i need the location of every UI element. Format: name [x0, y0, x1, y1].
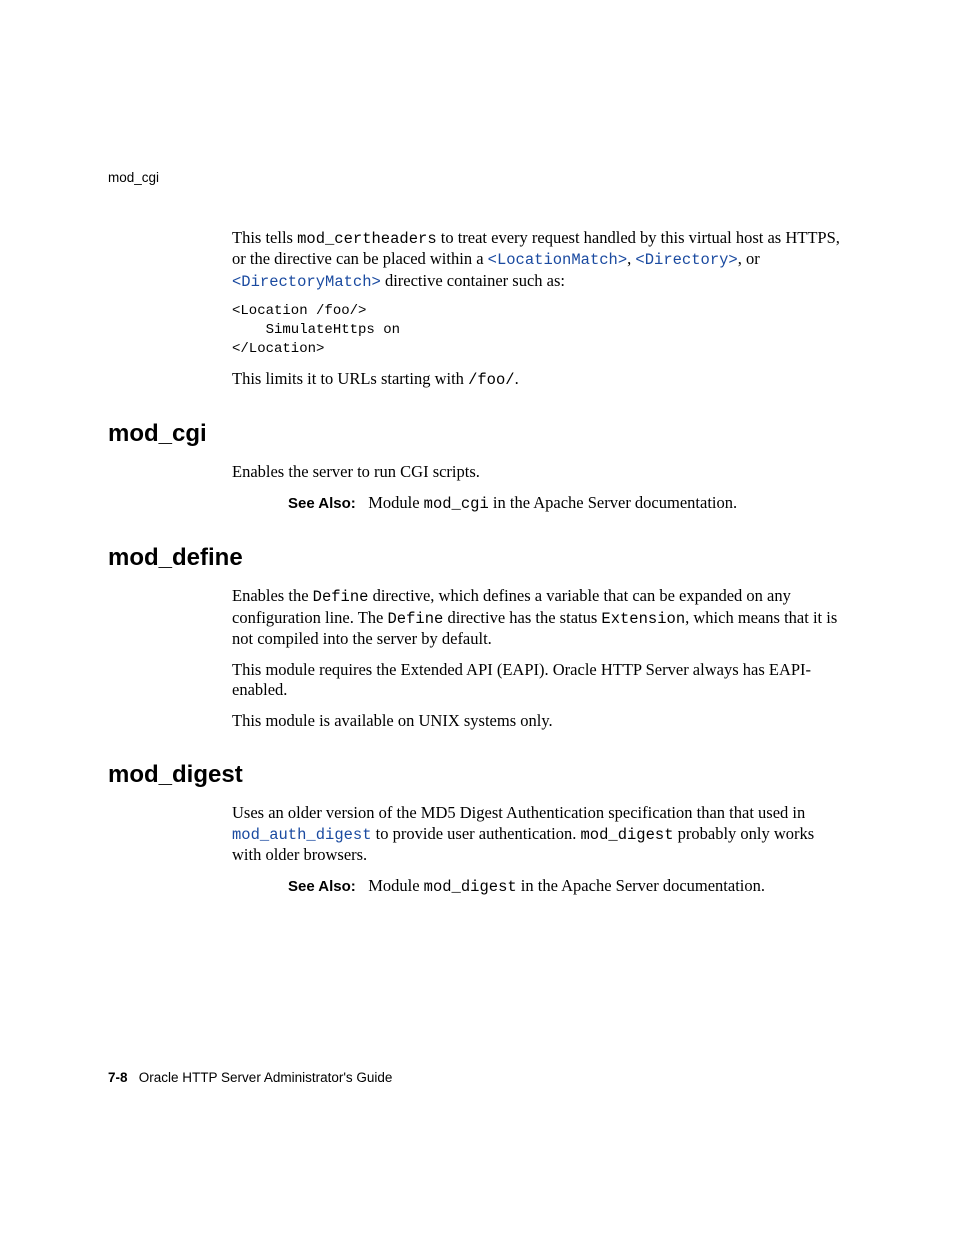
code-inline: Extension — [601, 610, 685, 628]
link-directorymatch[interactable]: <DirectoryMatch> — [232, 273, 381, 291]
mod-digest-paragraph-1: Uses an older version of the MD5 Digest … — [232, 803, 844, 866]
heading-mod-define: mod_define — [108, 544, 844, 572]
mod-cgi-paragraph: Enables the server to run CGI scripts. — [232, 462, 844, 483]
intro-paragraph-1: This tells mod_certheaders to treat ever… — [232, 228, 844, 292]
code-inline: mod_digest — [424, 878, 517, 896]
content-area: This tells mod_certheaders to treat ever… — [108, 228, 844, 897]
code-inline: Define — [313, 588, 369, 606]
page: mod_cgi This tells mod_certheaders to tr… — [0, 0, 954, 1235]
link-directory[interactable]: <Directory> — [635, 251, 737, 269]
text-fragment: directive has the status — [443, 608, 601, 627]
text-fragment: in the Apache Server documentation. — [489, 493, 737, 512]
intro-block: This tells mod_certheaders to treat ever… — [232, 228, 844, 390]
mod-define-paragraph-2: This module requires the Extended API (E… — [232, 660, 844, 701]
mod-define-paragraph-1: Enables the Define directive, which defi… — [232, 586, 844, 649]
page-number: 7-8 — [108, 1070, 128, 1085]
heading-mod-digest: mod_digest — [108, 761, 844, 789]
text-fragment: Uses an older version of the MD5 Digest … — [232, 803, 805, 822]
page-footer: 7-8 Oracle HTTP Server Administrator's G… — [108, 1070, 392, 1085]
code-inline: mod_cgi — [424, 495, 489, 513]
code-inline: Define — [388, 610, 444, 628]
mod-define-block: Enables the Define directive, which defi… — [232, 586, 844, 731]
code-block: <Location /foo/> SimulateHttps on </Loca… — [232, 302, 844, 359]
running-header-text: mod_cgi — [108, 170, 159, 185]
intro-paragraph-2: This limits it to URLs starting with /fo… — [232, 369, 844, 390]
see-also-mod-cgi: See Also: Module mod_cgi in the Apache S… — [288, 493, 844, 514]
code-inline: mod_digest — [580, 826, 673, 844]
text-fragment: directive container such as: — [381, 271, 565, 290]
link-locationmatch[interactable]: <LocationMatch> — [488, 251, 628, 269]
mod-define-paragraph-3: This module is available on UNIX systems… — [232, 711, 844, 732]
footer-title: Oracle HTTP Server Administrator's Guide — [139, 1070, 393, 1085]
text-fragment: in the Apache Server documentation. — [517, 876, 765, 895]
text-fragment: to provide user authentication. — [372, 824, 581, 843]
running-header: mod_cgi — [108, 170, 159, 185]
text-fragment: . — [515, 369, 519, 388]
text-fragment: Enables the — [232, 586, 313, 605]
text-fragment: Module — [368, 493, 423, 512]
mod-digest-block: Uses an older version of the MD5 Digest … — [232, 803, 844, 897]
see-also-label: See Also: — [288, 878, 356, 895]
text-fragment: , or — [738, 249, 760, 268]
text-fragment: Module — [368, 876, 423, 895]
text-fragment: This tells — [232, 228, 297, 247]
link-mod-auth-digest[interactable]: mod_auth_digest — [232, 826, 372, 844]
heading-mod-cgi: mod_cgi — [108, 420, 844, 448]
mod-cgi-block: Enables the server to run CGI scripts. S… — [232, 462, 844, 514]
see-also-label: See Also: — [288, 495, 356, 512]
code-inline: /foo/ — [468, 371, 515, 389]
code-inline: mod_certheaders — [297, 230, 437, 248]
text-fragment: This limits it to URLs starting with — [232, 369, 468, 388]
see-also-mod-digest: See Also: Module mod_digest in the Apach… — [288, 876, 844, 897]
